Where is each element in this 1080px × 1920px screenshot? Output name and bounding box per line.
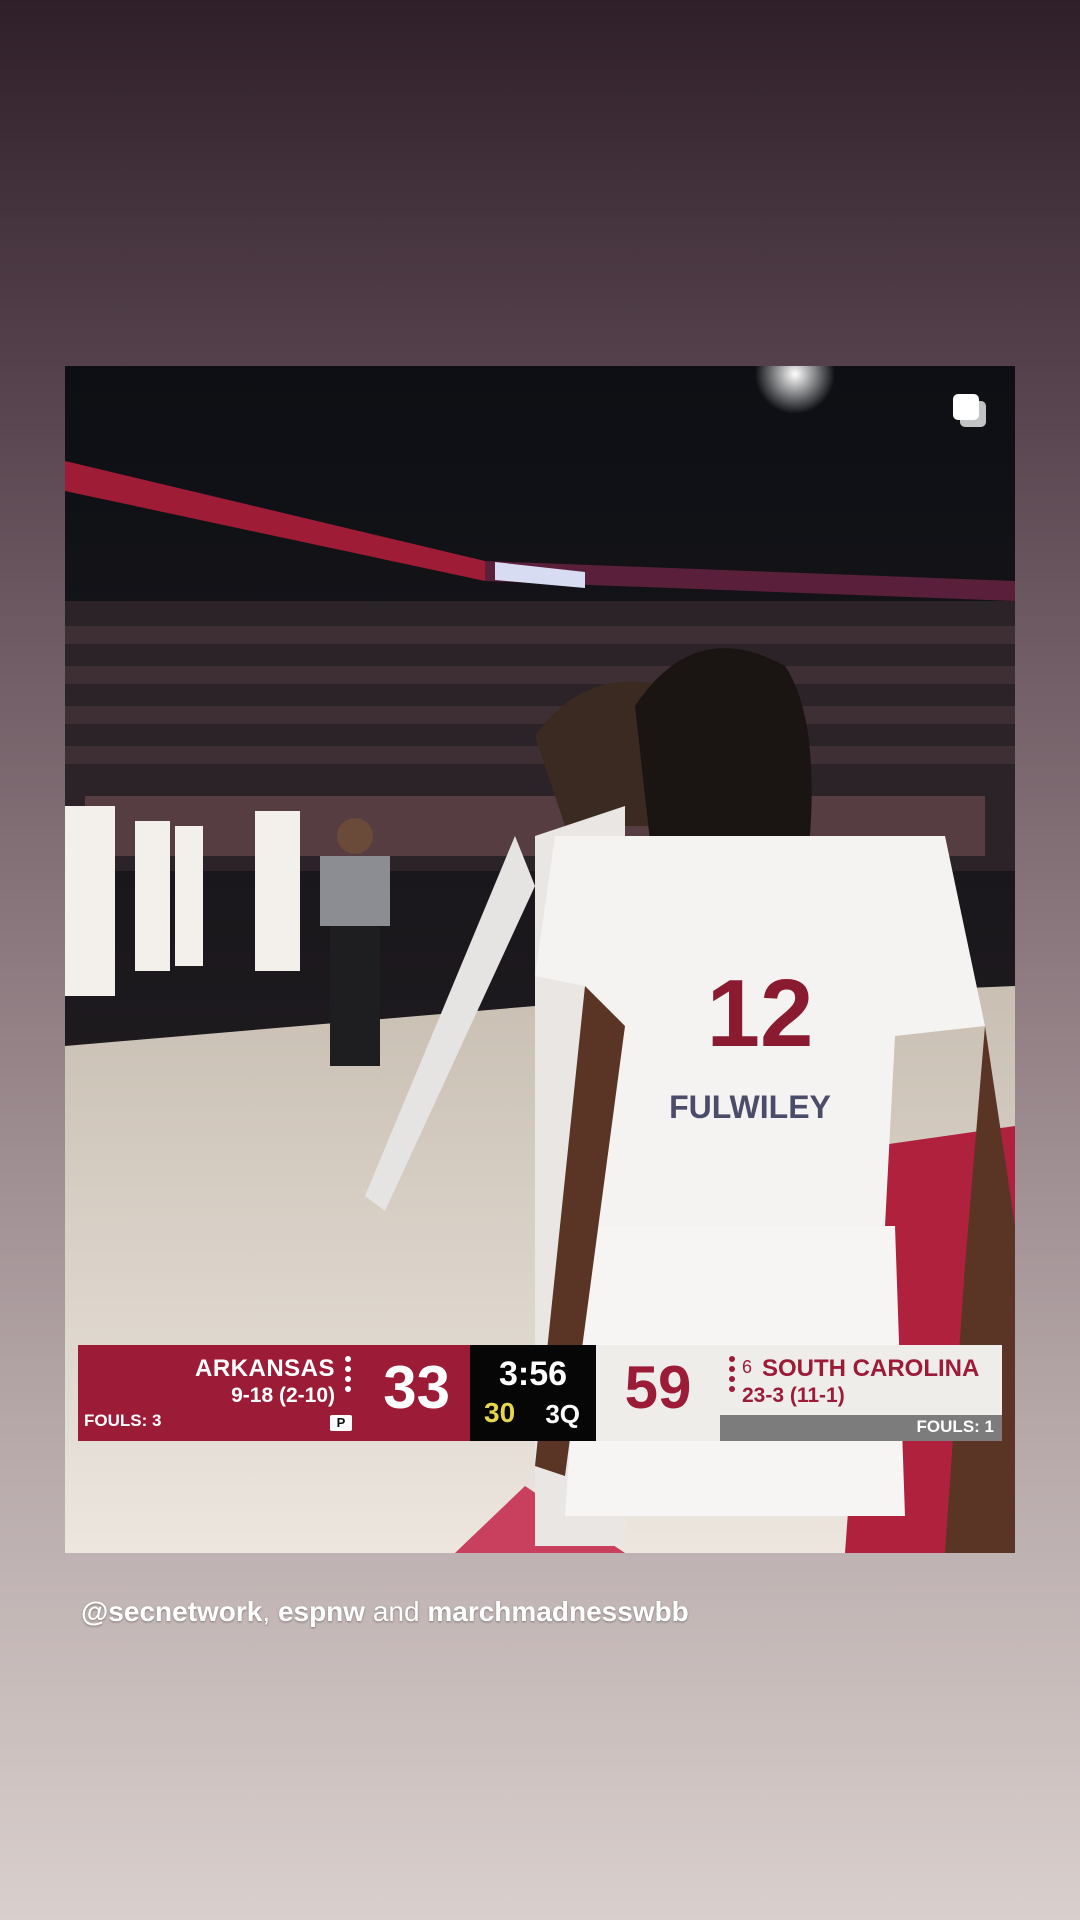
quarter: 3Q (545, 1399, 580, 1429)
possession-icon: P (330, 1415, 352, 1431)
game-clock: 3:56 (498, 1355, 568, 1393)
mention-marchmadnesswbb[interactable]: marchmadnesswbb (427, 1596, 688, 1627)
post-attribution: @secnetwork, espnw and marchmadnesswbb (81, 1596, 689, 1628)
home-fouls: FOULS: 1 (916, 1417, 994, 1436)
game-clock-panel: 3:56 30 3Q (470, 1345, 596, 1441)
shot-clock: 30 (484, 1397, 516, 1428)
away-score: 33 (383, 1354, 450, 1421)
home-score-panel: 59 (596, 1345, 720, 1441)
caption-separator-and: and (372, 1596, 420, 1627)
away-team-record: 9-18 (2-10) (231, 1384, 335, 1407)
home-team-name: SOUTH CAROLINA (762, 1355, 980, 1382)
away-team-panel: ARKANSAS 9-18 (2-10) FOULS: 3 P 33 (78, 1345, 470, 1441)
home-timeouts-icon (729, 1356, 735, 1392)
shared-post-media[interactable]: 12 FULWILEY ARKANSAS 9-18 (2-10) FOULS: … (65, 366, 1015, 1553)
multiple-images-icon (953, 394, 986, 427)
scoreboard: ARKANSAS 9-18 (2-10) FOULS: 3 P 33 3:56 … (78, 1345, 1002, 1441)
mention-espnw[interactable]: espnw (278, 1596, 365, 1627)
home-score: 59 (624, 1354, 692, 1421)
away-fouls: FOULS: 3 (84, 1411, 162, 1430)
home-team-panel: 6 SOUTH CAROLINA 23-3 (11-1) FOULS: 1 (720, 1345, 1002, 1441)
jersey-number: 12 (707, 960, 814, 1067)
home-team-record: 23-3 (11-1) (742, 1384, 845, 1407)
jersey-name: FULWILEY (669, 1089, 831, 1125)
away-timeouts-icon (345, 1356, 351, 1392)
caption-separator-comma: , (262, 1596, 271, 1627)
mention-secnetwork[interactable]: @secnetwork (81, 1596, 262, 1627)
home-team-rank: 6 (742, 1357, 753, 1377)
away-team-name: ARKANSAS (194, 1355, 335, 1382)
